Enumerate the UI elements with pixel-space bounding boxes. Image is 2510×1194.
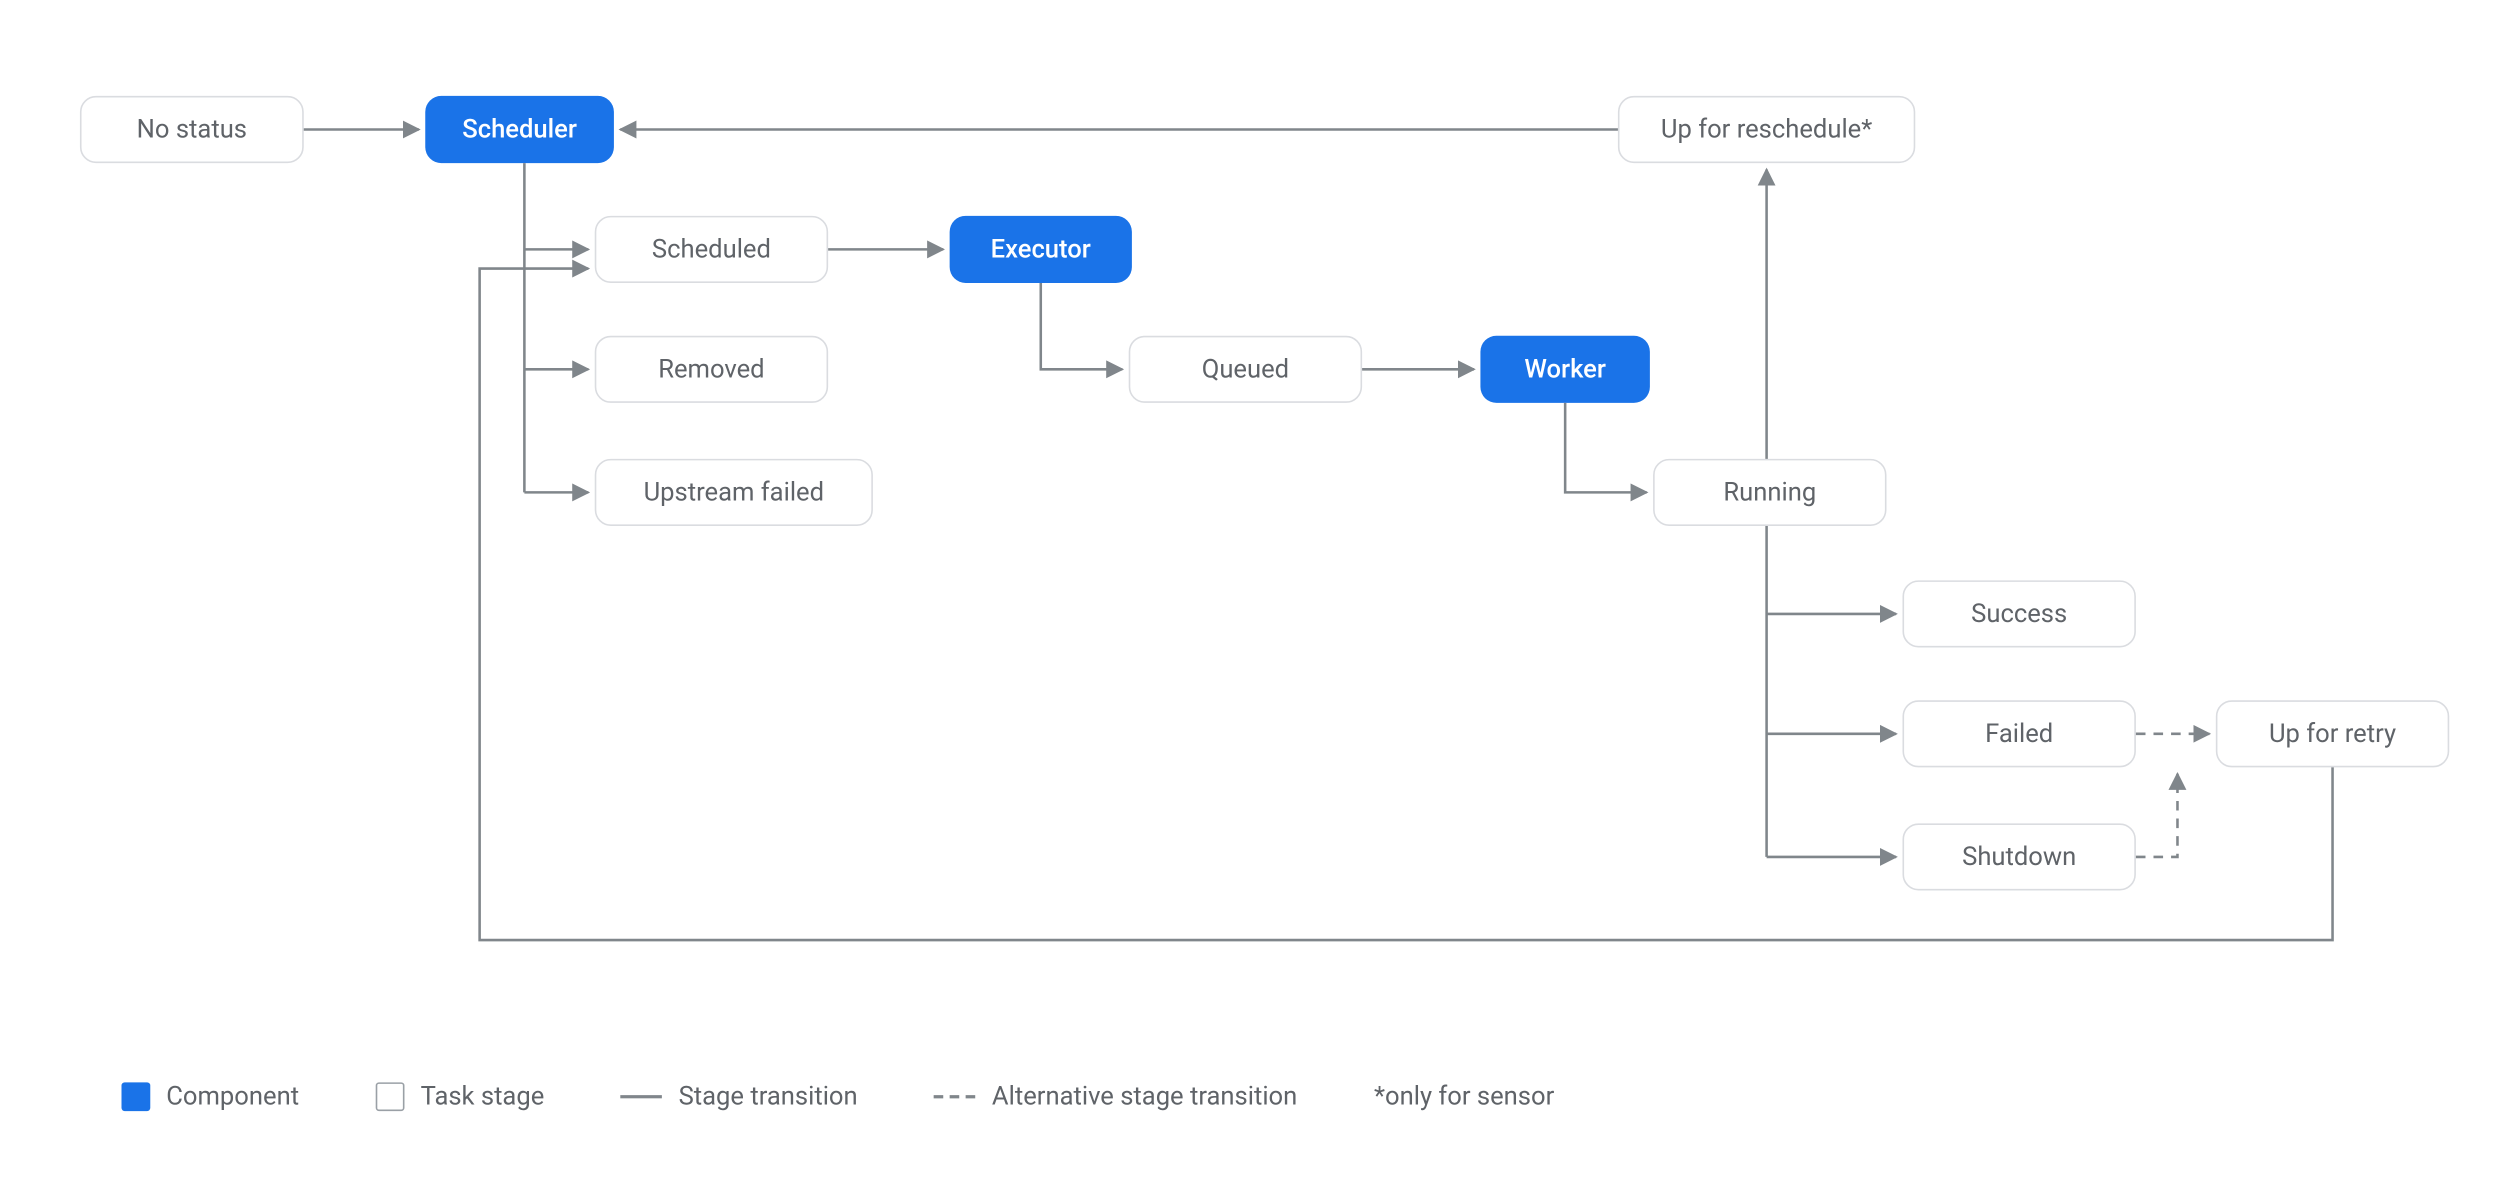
legend-transition-label: Stage transition: [679, 1081, 858, 1111]
node-removed: Removed: [595, 336, 828, 403]
edge-shutdown-retry: [2136, 774, 2178, 857]
legend-stage-label: Task stage: [421, 1081, 545, 1111]
legend-task-stage: Task stage: [376, 1081, 544, 1111]
node-success: Success: [1902, 580, 2135, 647]
node-worker: Worker: [1480, 336, 1649, 403]
node-scheduled: Scheduled: [595, 216, 828, 283]
legend-note-label: *only for sensor: [1374, 1081, 1554, 1111]
legend-solid-line: [621, 1094, 663, 1097]
node-running: Running: [1653, 459, 1886, 526]
legend-stage-transition: Stage transition: [621, 1081, 858, 1111]
node-scheduler: Scheduler: [425, 96, 614, 163]
node-executor: Executor: [950, 216, 1132, 283]
edge-worker-running: [1565, 403, 1647, 493]
node-failed: Failed: [1902, 700, 2135, 767]
node-up-for-retry: Up for retry: [2216, 700, 2449, 767]
legend-alt-transition: Alternative stage transition: [934, 1081, 1297, 1111]
diagram-canvas: No status Scheduler Up for reschedule* S…: [0, 0, 2510, 1194]
legend-note: *only for sensor: [1374, 1081, 1554, 1111]
legend-component: Component: [122, 1081, 300, 1111]
node-upstream-failed: Upstream failed: [595, 459, 873, 526]
node-queued: Queued: [1129, 336, 1362, 403]
legend-component-label: Component: [166, 1081, 299, 1111]
legend-dashed-line: [934, 1094, 976, 1097]
node-shutdown: Shutdown: [1902, 823, 2135, 890]
legend-component-swatch: [122, 1082, 151, 1111]
node-no-status: No status: [80, 96, 304, 163]
edge-executor-queued: [1041, 283, 1123, 369]
legend-alt-label: Alternative stage transition: [992, 1081, 1297, 1111]
node-up-for-reschedule: Up for reschedule*: [1618, 96, 1915, 163]
legend: Component Task stage Stage transition Al…: [122, 1081, 1555, 1111]
legend-stage-swatch: [376, 1082, 405, 1111]
